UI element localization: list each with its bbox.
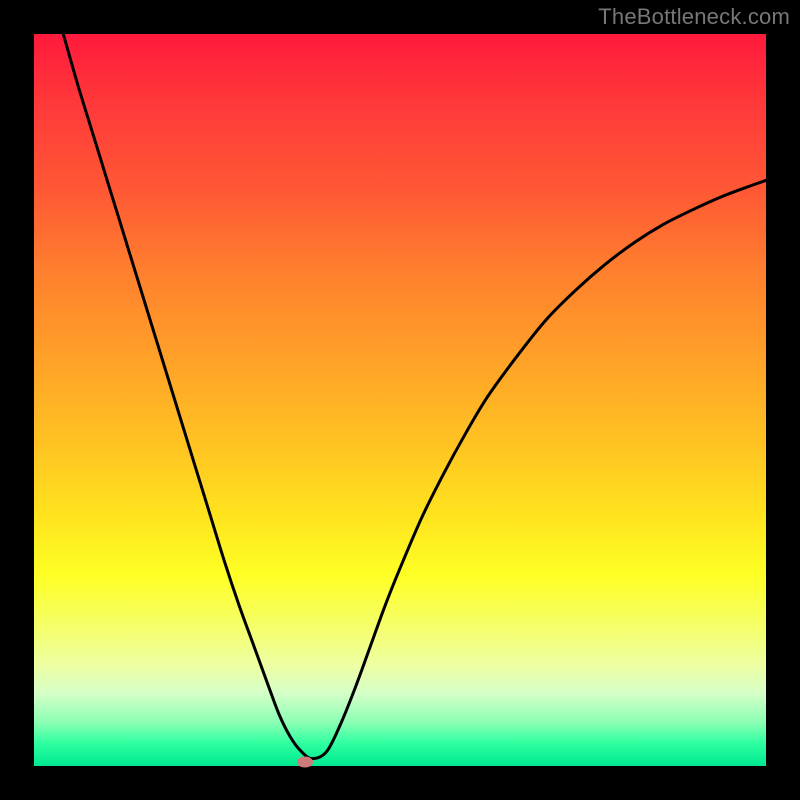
plot-area bbox=[34, 34, 766, 766]
watermark-text: TheBottleneck.com bbox=[598, 4, 790, 30]
curve-svg bbox=[34, 34, 766, 766]
minimum-marker bbox=[297, 757, 313, 768]
bottleneck-curve bbox=[63, 34, 766, 759]
chart-frame: TheBottleneck.com bbox=[0, 0, 800, 800]
